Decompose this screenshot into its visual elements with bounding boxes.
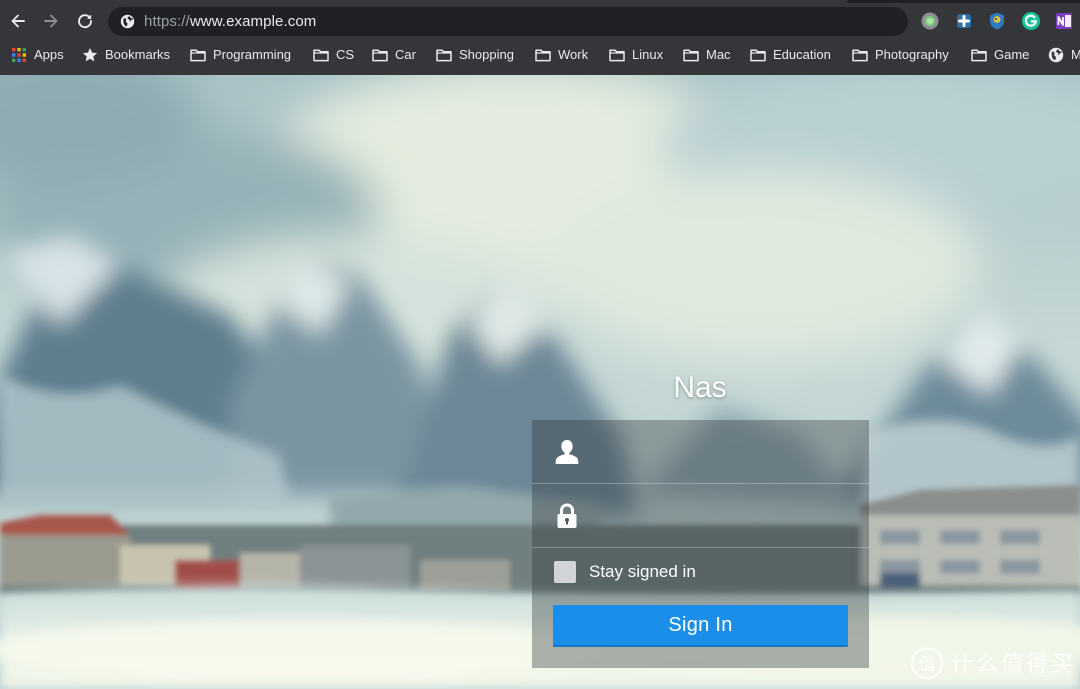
bookmark-bookmarks[interactable]: Bookmarks bbox=[82, 40, 170, 70]
bookmark-site-m[interactable]: M bbox=[1048, 40, 1080, 70]
bookmark-folder-game[interactable]: Game bbox=[971, 40, 1029, 70]
bookmark-apps[interactable]: Apps bbox=[11, 40, 64, 70]
watermark-text: 什么值得买 bbox=[951, 652, 1073, 677]
login-title: Nas bbox=[673, 371, 727, 404]
login-form: Stay signed in Sign In bbox=[532, 420, 869, 668]
watermark: 值 什么值得买 bbox=[909, 645, 1077, 685]
user-icon bbox=[555, 440, 579, 464]
url-host: www.example.com bbox=[189, 13, 317, 30]
reload-icon bbox=[78, 14, 92, 29]
bookmark-label: Shopping bbox=[459, 47, 514, 62]
bookmark-folder-cs[interactable]: CS bbox=[313, 40, 354, 70]
password-input[interactable] bbox=[596, 498, 856, 534]
bookmark-folder-education[interactable]: Education bbox=[750, 40, 831, 70]
password-field[interactable] bbox=[532, 484, 869, 548]
extension-grammarly-icon[interactable] bbox=[1021, 11, 1041, 31]
bookmark-folder-mac[interactable]: Mac bbox=[683, 40, 731, 70]
folder-icon bbox=[971, 47, 987, 63]
extension-shield-icon[interactable] bbox=[987, 11, 1007, 31]
globe-icon bbox=[120, 14, 135, 29]
bookmark-label: Mac bbox=[706, 47, 731, 62]
arrow-right-icon bbox=[44, 14, 58, 28]
bookmark-folder-photography[interactable]: Photography bbox=[852, 40, 949, 70]
bookmark-label: CS bbox=[336, 47, 355, 62]
folder-icon bbox=[313, 47, 329, 63]
browser-toolbar: https://www.example.com Apps Bookmarks P… bbox=[0, 0, 1080, 75]
bookmark-label: Photography bbox=[875, 47, 949, 62]
star-icon bbox=[82, 47, 98, 63]
apps-grid-icon bbox=[11, 47, 27, 63]
bookmark-label: Game bbox=[994, 47, 1030, 62]
reload-button[interactable] bbox=[73, 9, 97, 33]
url-text: https://www.example.com bbox=[144, 13, 316, 30]
field-divider bbox=[532, 547, 869, 548]
bookmarks-bar: Apps Bookmarks Programming CS Car Shoppi… bbox=[0, 40, 1080, 70]
folder-icon bbox=[436, 47, 452, 63]
folder-icon bbox=[750, 47, 766, 63]
folder-icon bbox=[852, 47, 868, 63]
extension-record-icon[interactable] bbox=[920, 11, 940, 31]
bookmark-label: Work bbox=[558, 47, 589, 62]
bookmark-label: Apps bbox=[34, 47, 64, 62]
login-page: Nas Stay signed in Sign In bbox=[0, 75, 1080, 689]
globe-icon bbox=[1048, 47, 1064, 63]
extension-onenote-icon[interactable] bbox=[1054, 11, 1074, 31]
address-bar[interactable]: https://www.example.com bbox=[108, 7, 908, 36]
bookmark-folder-linux[interactable]: Linux bbox=[609, 40, 663, 70]
bookmark-label: M bbox=[1071, 47, 1080, 62]
stay-signed-in-checkbox[interactable] bbox=[554, 561, 576, 583]
folder-icon bbox=[535, 47, 551, 63]
back-button[interactable] bbox=[6, 9, 30, 33]
smzdm-logo-icon: 值 bbox=[910, 646, 944, 680]
stay-signed-in-label: Stay signed in bbox=[589, 562, 696, 581]
bookmark-label: Bookmarks bbox=[105, 47, 171, 62]
url-scheme: https:// bbox=[144, 13, 190, 30]
lock-icon bbox=[557, 503, 577, 528]
extension-gamepad-icon[interactable] bbox=[954, 11, 974, 31]
folder-icon bbox=[372, 47, 388, 63]
bookmark-folder-car[interactable]: Car bbox=[372, 40, 416, 70]
bookmark-label: Education bbox=[773, 47, 831, 62]
bookmark-folder-programming[interactable]: Programming bbox=[190, 40, 291, 70]
bookmark-folder-work[interactable]: Work bbox=[535, 40, 588, 70]
username-field[interactable] bbox=[532, 420, 869, 484]
sign-in-button[interactable]: Sign In bbox=[553, 605, 848, 647]
folder-icon bbox=[683, 47, 699, 63]
bookmark-folder-shopping[interactable]: Shopping bbox=[436, 40, 514, 70]
forward-button[interactable] bbox=[39, 9, 63, 33]
svg-text:什么值得买: 什么值得买 bbox=[951, 652, 1073, 677]
stay-signed-in-toggle[interactable]: Stay signed in bbox=[554, 560, 696, 584]
bookmark-label: Linux bbox=[632, 47, 664, 62]
bookmark-label: Car bbox=[395, 47, 416, 62]
folder-icon bbox=[190, 47, 206, 63]
bookmark-label: Programming bbox=[213, 47, 292, 62]
svg-text:值: 值 bbox=[919, 655, 936, 675]
tab-strip-edge bbox=[0, 0, 1080, 3]
arrow-left-icon bbox=[11, 14, 25, 28]
username-input[interactable] bbox=[596, 434, 856, 470]
folder-icon bbox=[609, 47, 625, 63]
